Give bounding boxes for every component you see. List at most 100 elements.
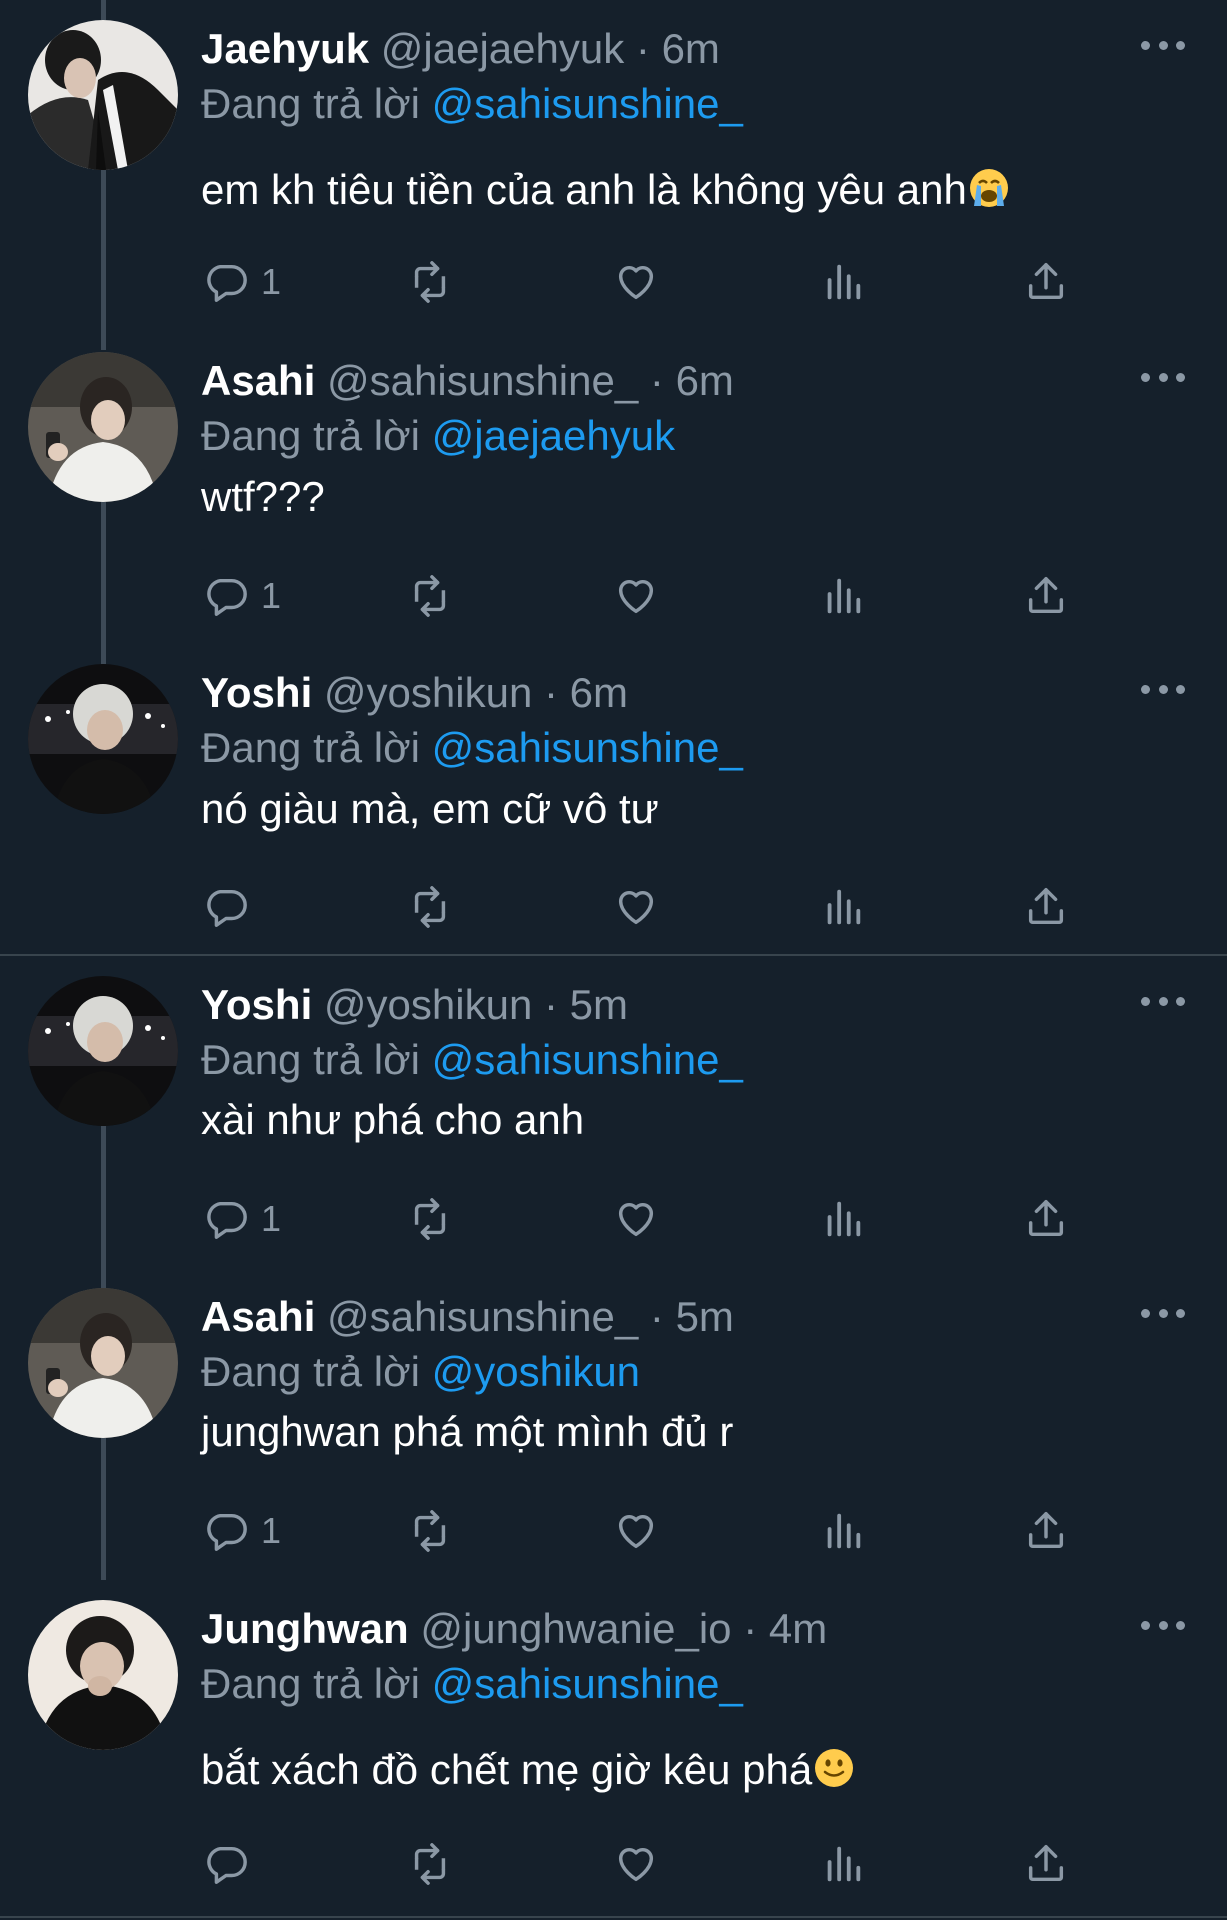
avatar[interactable]	[28, 20, 178, 170]
retweet-icon	[414, 1198, 446, 1240]
avatar[interactable]	[28, 664, 178, 814]
thread-connector-line	[101, 0, 106, 20]
share-button[interactable]	[1023, 1834, 1069, 1894]
retweet-button[interactable]	[407, 1834, 453, 1894]
mention-link[interactable]: @sahisunshine_	[432, 1660, 743, 1707]
avatar[interactable]	[28, 1288, 178, 1438]
more-options-icon[interactable]	[1141, 370, 1185, 384]
display-name[interactable]: Junghwan	[201, 1605, 409, 1652]
like-button[interactable]	[613, 1834, 659, 1894]
mention-link[interactable]: @sahisunshine_	[432, 724, 743, 771]
tweet-text: xài như phá cho anh	[201, 1090, 584, 1150]
replying-to: Đang trả lời @sahisunshine_	[201, 719, 743, 777]
tweet-item[interactable]: Yoshi @yoshikun · 6m Đang trả lời @sahis…	[0, 644, 1227, 954]
retweet-icon	[414, 1510, 446, 1552]
retweet-button[interactable]	[407, 252, 453, 312]
retweet-button[interactable]	[407, 1501, 453, 1561]
retweet-button[interactable]	[407, 877, 453, 937]
display-name[interactable]: Yoshi	[201, 981, 312, 1028]
tweet-text: junghwan phá một mình đủ r	[201, 1402, 733, 1462]
share-button[interactable]	[1023, 1501, 1069, 1561]
tweet-item[interactable]: Asahi @sahisunshine_ · 6m Đang trả lời @…	[0, 330, 1227, 644]
reply-button[interactable]: 1	[203, 252, 281, 312]
tweet-item[interactable]: Yoshi @yoshikun · 5m Đang trả lời @sahis…	[0, 956, 1227, 1268]
tweet-header: Asahi @sahisunshine_ · 5m	[201, 1288, 734, 1346]
tweet-item[interactable]: Asahi @sahisunshine_ · 5m Đang trả lời @…	[0, 1268, 1227, 1580]
timestamp[interactable]: 6m	[570, 669, 628, 716]
more-options-icon[interactable]	[1141, 1306, 1185, 1320]
reply-count: 1	[261, 1198, 282, 1239]
user-handle[interactable]: @yoshikun	[324, 981, 532, 1028]
more-options-icon[interactable]	[1141, 682, 1185, 696]
bar-chart-icon	[827, 1846, 861, 1882]
user-handle[interactable]: @junghwanie_io	[420, 1605, 731, 1652]
like-button[interactable]	[613, 566, 659, 626]
views-button[interactable]	[820, 566, 866, 626]
reply-button[interactable]: 1	[203, 1189, 281, 1249]
tweet-text-content: wtf???	[201, 473, 325, 520]
display-name[interactable]: Jaehyuk	[201, 25, 369, 72]
timestamp[interactable]: 5m	[570, 981, 628, 1028]
reply-button[interactable]	[203, 877, 261, 937]
heart-icon	[618, 1847, 654, 1882]
more-options-icon[interactable]	[1141, 1618, 1185, 1632]
slightly-smiling-face-icon	[814, 1744, 854, 1787]
more-options-icon[interactable]	[1141, 994, 1185, 1008]
avatar[interactable]	[28, 1600, 178, 1750]
tweet-text: nó giàu mà, em cữ vô tư	[201, 779, 659, 839]
tweet-header: Junghwan @junghwanie_io · 4m	[201, 1600, 827, 1658]
timestamp[interactable]: 6m	[662, 25, 720, 72]
timestamp[interactable]: 6m	[676, 357, 734, 404]
user-handle[interactable]: @sahisunshine_	[327, 1293, 638, 1340]
display-name[interactable]: Asahi	[201, 357, 315, 404]
share-button[interactable]	[1023, 252, 1069, 312]
share-button[interactable]	[1023, 1189, 1069, 1249]
reply-button[interactable]	[203, 1834, 261, 1894]
reply-icon	[207, 578, 247, 616]
mention-link[interactable]: @sahisunshine_	[432, 80, 743, 127]
views-button[interactable]	[820, 1189, 866, 1249]
tweet-text-content: nó giàu mà, em cữ vô tư	[201, 785, 659, 832]
user-handle[interactable]: @yoshikun	[324, 669, 532, 716]
timestamp[interactable]: 4m	[769, 1605, 827, 1652]
avatar[interactable]	[28, 352, 178, 502]
user-handle[interactable]: @jaejaehyuk	[381, 25, 624, 72]
heart-icon	[618, 890, 654, 925]
replying-to: Đang trả lời @yoshikun	[201, 1343, 640, 1401]
mention-link[interactable]: @sahisunshine_	[432, 1036, 743, 1083]
heart-icon	[618, 1514, 654, 1549]
like-button[interactable]	[613, 877, 659, 937]
mention-link[interactable]: @yoshikun	[432, 1348, 640, 1395]
heart-icon	[618, 579, 654, 614]
tweet-item[interactable]: Junghwan @junghwanie_io · 4m Đang trả lờ…	[0, 1580, 1227, 1918]
share-button[interactable]	[1023, 566, 1069, 626]
like-button[interactable]	[613, 252, 659, 312]
timestamp[interactable]: 5m	[676, 1293, 734, 1340]
bar-chart-icon	[827, 889, 861, 925]
heart-icon	[618, 1202, 654, 1237]
replying-to-label: Đang trả lời	[201, 724, 420, 771]
retweet-icon	[414, 886, 446, 928]
share-button[interactable]	[1023, 877, 1069, 937]
more-options-icon[interactable]	[1141, 38, 1185, 52]
views-button[interactable]	[820, 877, 866, 937]
like-button[interactable]	[613, 1189, 659, 1249]
user-handle[interactable]: @sahisunshine_	[327, 357, 638, 404]
replying-to-label: Đang trả lời	[201, 1348, 420, 1395]
reply-icon	[207, 1513, 247, 1551]
tweet-text-content: em kh tiêu tiền của anh là không yêu anh	[201, 166, 967, 213]
views-button[interactable]	[820, 1501, 866, 1561]
mention-link[interactable]: @jaejaehyuk	[432, 412, 675, 459]
tweet-text: bắt xách đồ chết mẹ giờ kêu phá	[201, 1740, 854, 1800]
display-name[interactable]: Yoshi	[201, 669, 312, 716]
retweet-button[interactable]	[407, 1189, 453, 1249]
reply-button[interactable]: 1	[203, 566, 281, 626]
retweet-button[interactable]	[407, 566, 453, 626]
avatar[interactable]	[28, 976, 178, 1126]
reply-button[interactable]: 1	[203, 1501, 281, 1561]
views-button[interactable]	[820, 1834, 866, 1894]
tweet-item[interactable]: Jaehyuk @jaejaehyuk · 6m Đang trả lời @s…	[0, 0, 1227, 330]
like-button[interactable]	[613, 1501, 659, 1561]
display-name[interactable]: Asahi	[201, 1293, 315, 1340]
views-button[interactable]	[820, 252, 866, 312]
